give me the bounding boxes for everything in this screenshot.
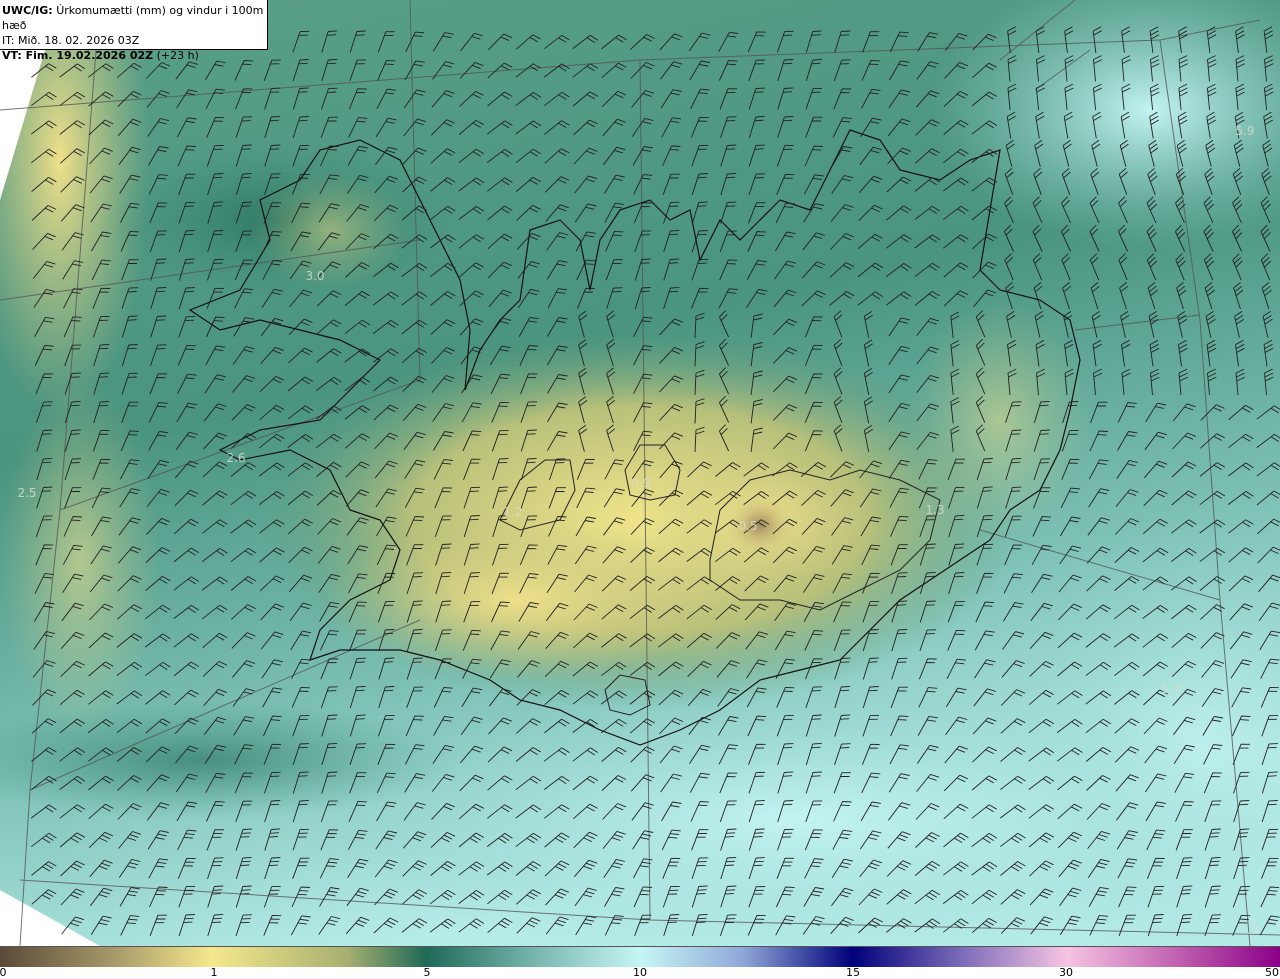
- colorbar: [0, 947, 1280, 967]
- lead-time: (+23 h): [156, 49, 199, 62]
- colorbar-tick: 0: [0, 966, 7, 979]
- initial-time: IT: Mið. 18. 02. 2026 03Z: [2, 34, 140, 47]
- field-value-label: 1.3: [925, 503, 944, 517]
- field-value-label: 1.2: [503, 505, 522, 519]
- model-name: UWC/IG:: [2, 4, 53, 17]
- field-value-label: 0.9: [631, 476, 650, 490]
- colorbar-tick: 10: [633, 966, 647, 979]
- colorbar-tick: 50: [1265, 966, 1279, 979]
- colorbar-tick: 5: [423, 966, 431, 979]
- field-value-label: 0.5: [738, 519, 757, 533]
- field-value-label: 3.0: [305, 269, 324, 283]
- field-value-label: 2.6: [226, 451, 245, 465]
- field-value-label: 5.9: [1235, 124, 1254, 138]
- colorbar-tick: 1: [210, 966, 218, 979]
- map-title-box: UWC/IG: Úrkomumætti (mm) og vindur i 100…: [0, 0, 268, 62]
- valid-time: VT: Fim. 19.02.2026 02Z: [2, 49, 154, 62]
- field-value-label: 7.2: [1239, 923, 1258, 937]
- colorbar-tick: 15: [846, 966, 860, 979]
- field-value-label: 5.4: [1161, 682, 1180, 696]
- title-line: UWC/IG: Úrkomumætti (mm) og vindur i 100…: [2, 3, 267, 33]
- field-value-label: 2.5: [17, 486, 36, 500]
- valid-time-line: VT: Fim. 19.02.2026 02Z (+23 h): [2, 48, 267, 63]
- colorbar-tick: 30: [1059, 966, 1073, 979]
- precipitation-wind-map: 5.9 3.0 2.6 2.5 1.2 0.9 0.5 1.3 5.4 7.2: [0, 0, 1280, 946]
